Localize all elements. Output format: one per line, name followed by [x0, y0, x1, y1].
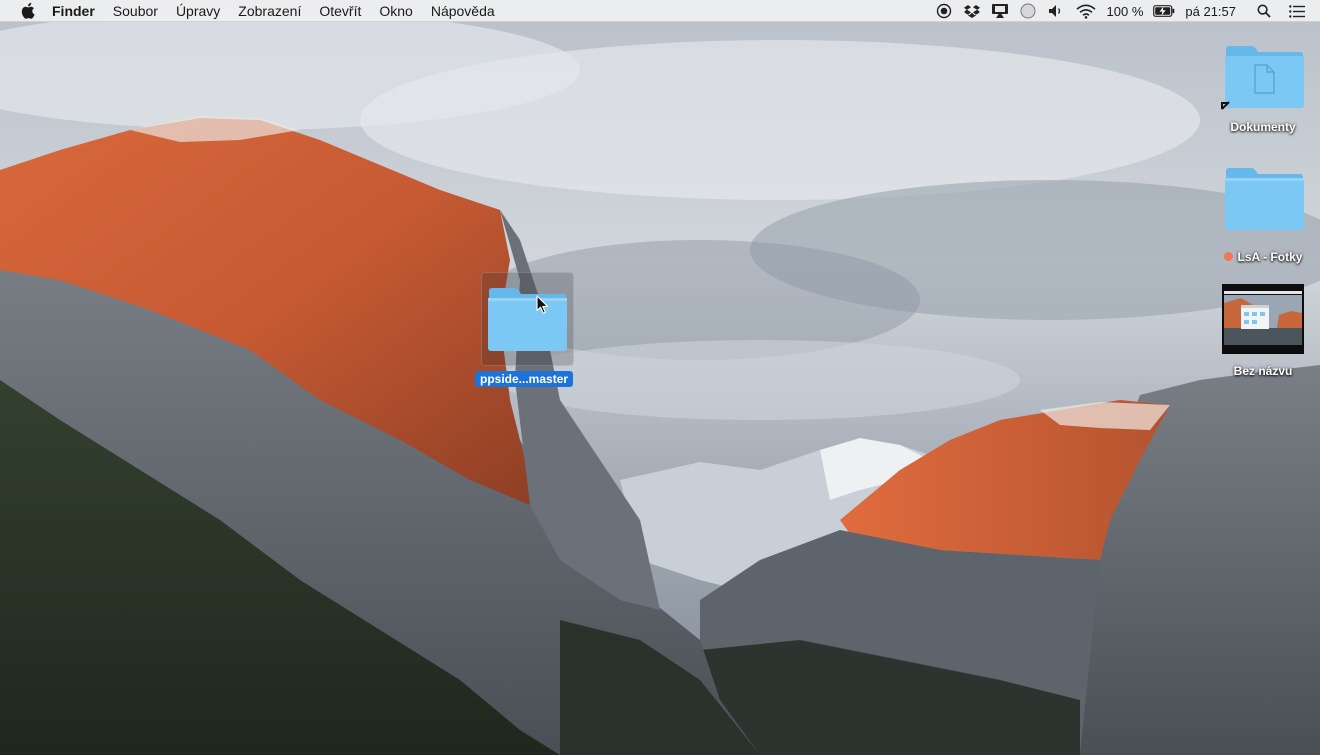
record-icon[interactable] [935, 3, 953, 19]
folder-icon[interactable] [487, 287, 568, 352]
desktop-item-label: Dokumenty [1230, 120, 1296, 134]
menu-napoveda[interactable]: Nápověda [422, 0, 504, 22]
volume-icon[interactable] [1047, 3, 1065, 19]
menu-zobrazeni[interactable]: Zobrazení [229, 0, 310, 22]
folder-icon [1225, 168, 1304, 230]
tag-dot-icon [1223, 252, 1233, 261]
menubar-clock[interactable]: pá 21:57 [1185, 4, 1236, 19]
desktop-wallpaper [0, 0, 1320, 755]
airplay-icon[interactable] [991, 3, 1009, 19]
circle-status-icon[interactable] [1019, 3, 1037, 19]
desktop-item-bez-nazvu[interactable]: Bez názvu [1213, 283, 1313, 380]
desktop-item-lsa-fotky[interactable]: LsA - Fotky [1213, 165, 1313, 266]
apple-icon[interactable] [20, 2, 36, 19]
battery-icon[interactable] [1153, 3, 1175, 19]
wifi-icon[interactable] [1075, 3, 1097, 19]
desktop-item-label: LsA - Fotky [1237, 250, 1303, 264]
documents-folder-alias-icon [1221, 46, 1304, 110]
screenshot-thumbnail-icon [1222, 284, 1304, 354]
dropbox-icon[interactable] [963, 3, 981, 19]
menu-app-finder[interactable]: Finder [50, 0, 104, 22]
spotlight-icon[interactable] [1255, 3, 1273, 19]
desktop-item-label: Bez názvu [1233, 364, 1293, 378]
menu-upravy[interactable]: Úpravy [167, 0, 229, 22]
menu-bar: Finder Soubor Úpravy Zobrazení Otevřít O… [0, 0, 1320, 22]
menu-otevrit[interactable]: Otevřít [310, 0, 370, 22]
menu-soubor[interactable]: Soubor [104, 0, 167, 22]
desktop-item-dokumenty[interactable]: Dokumenty [1213, 43, 1313, 136]
notification-center-icon[interactable] [1288, 3, 1306, 19]
mouse-cursor-icon [536, 295, 549, 314]
dragged-folder-label[interactable]: ppside...master [475, 371, 574, 387]
status-area: 100 % pá 21:57 [930, 0, 1320, 22]
menu-okno[interactable]: Okno [370, 0, 421, 22]
battery-percentage[interactable]: 100 % [1107, 4, 1144, 19]
